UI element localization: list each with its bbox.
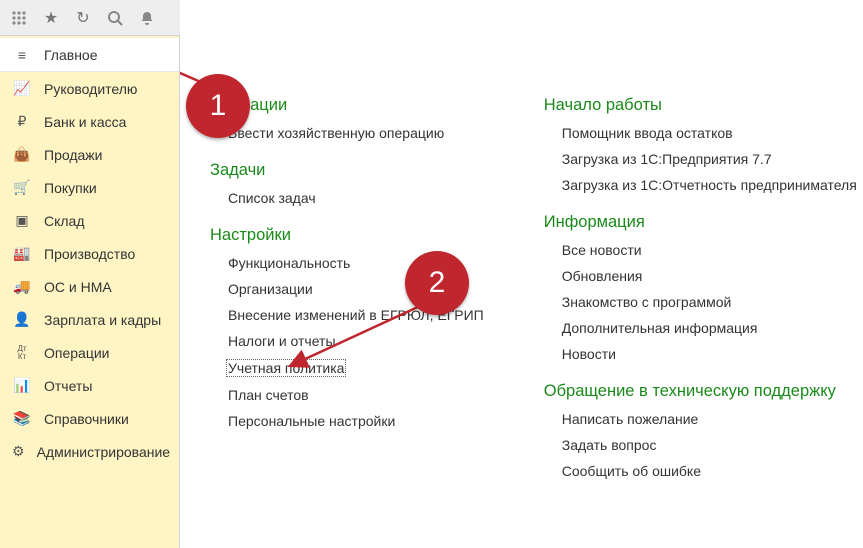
apps-icon[interactable]: [6, 5, 32, 31]
search-icon[interactable]: [102, 5, 128, 31]
link-enter-operation[interactable]: Ввести хозяйственную операцию: [228, 125, 484, 141]
sidebar-item-label: Покупки: [44, 180, 97, 196]
factory-icon: 🏭: [12, 245, 32, 262]
sidebar-item-admin[interactable]: ⚙ Администрирование: [0, 435, 179, 468]
link-ask-question[interactable]: Задать вопрос: [562, 437, 857, 453]
gear-icon: ⚙: [12, 443, 25, 460]
sidebar-item-bank[interactable]: ₽ Банк и касса: [0, 105, 179, 138]
link-balance-wizard[interactable]: Помощник ввода остатков: [562, 125, 857, 141]
star-icon[interactable]: ★: [38, 5, 64, 31]
section-title[interactable]: Настройки: [210, 226, 484, 245]
sidebar-item-label: Справочники: [44, 411, 129, 427]
section-title[interactable]: Задачи: [210, 161, 484, 180]
link-updates[interactable]: Обновления: [562, 268, 857, 284]
section-title[interactable]: Информация: [544, 213, 857, 232]
sidebar-item-main[interactable]: ≡ Главное: [0, 38, 179, 72]
link-task-list[interactable]: Список задач: [228, 190, 484, 206]
chart-up-icon: 📈: [12, 80, 32, 97]
person-icon: 👤: [12, 311, 32, 328]
link-taxes-reports[interactable]: Налоги и отчеты: [228, 333, 484, 349]
section-title[interactable]: Операции: [210, 96, 484, 115]
sidebar-item-label: Руководителю: [44, 81, 137, 97]
link-load-1c-report[interactable]: Загрузка из 1С:Отчетность предпринимател…: [562, 177, 857, 193]
link-extra-info[interactable]: Дополнительная информация: [562, 320, 857, 336]
link-personal-settings[interactable]: Персональные настройки: [228, 413, 484, 429]
sidebar: ≡ Главное 📈 Руководителю ₽ Банк и касса 👜 Прода…: [0, 36, 180, 548]
ruble-icon: ₽: [12, 113, 32, 130]
sidebar-item-operations[interactable]: ДтКт Операции: [0, 336, 179, 369]
sidebar-item-label: Производство: [44, 246, 135, 262]
history-icon[interactable]: ↻: [70, 5, 96, 31]
sidebar-item-sales[interactable]: 👜 Продажи: [0, 138, 179, 171]
sidebar-item-manager[interactable]: 📈 Руководителю: [0, 72, 179, 105]
sidebar-item-warehouse[interactable]: ▣ Склад: [0, 204, 179, 237]
link-intro[interactable]: Знакомство с программой: [562, 294, 857, 310]
link-report-bug[interactable]: Сообщить об ошибке: [562, 463, 857, 479]
sidebar-item-label: Отчеты: [44, 378, 92, 394]
link-accounting-policy[interactable]: Учетная политика: [226, 359, 346, 377]
sidebar-item-assets[interactable]: 🚚 ОС и НМА: [0, 270, 179, 303]
link-news[interactable]: Новости: [562, 346, 857, 362]
sidebar-item-label: Зарплата и кадры: [44, 312, 161, 328]
sidebar-item-label: Склад: [44, 213, 85, 229]
sidebar-item-catalogs[interactable]: 📚 Справочники: [0, 402, 179, 435]
section-title[interactable]: Начало работы: [544, 96, 857, 115]
right-column: Начало работы Помощник ввода остатков Загр…: [544, 96, 857, 489]
truck-icon: 🚚: [12, 278, 32, 295]
annotation-badge-2: 2: [405, 251, 469, 315]
sidebar-item-label: Продажи: [44, 147, 102, 163]
sidebar-item-label: Банк и касса: [44, 114, 126, 130]
dtkt-icon: ДтКт: [12, 345, 32, 361]
menu-icon: ≡: [12, 47, 32, 63]
toolbar: ★ ↻: [0, 0, 180, 36]
cart-icon: 🛒: [12, 179, 32, 196]
link-load-1c77[interactable]: Загрузка из 1С:Предприятия 7.7: [562, 151, 857, 167]
books-icon: 📚: [12, 410, 32, 427]
sidebar-item-label: Главное: [44, 47, 98, 63]
link-chart-of-accounts[interactable]: План счетов: [228, 387, 484, 403]
sidebar-item-label: Администрирование: [37, 444, 171, 460]
sidebar-item-label: Операции: [44, 345, 110, 361]
annotation-badge-2-text: 2: [429, 266, 446, 300]
bell-icon[interactable]: [134, 5, 160, 31]
link-all-news[interactable]: Все новости: [562, 242, 857, 258]
sidebar-item-reports[interactable]: 📊 Отчеты: [0, 369, 179, 402]
sidebar-item-label: ОС и НМА: [44, 279, 112, 295]
sidebar-item-purchases[interactable]: 🛒 Покупки: [0, 171, 179, 204]
annotation-badge-1: 1: [186, 74, 250, 138]
boxes-icon: ▣: [12, 212, 32, 229]
sidebar-item-production[interactable]: 🏭 Производство: [0, 237, 179, 270]
annotation-badge-1-text: 1: [210, 89, 227, 123]
bag-icon: 👜: [12, 146, 32, 163]
section-title[interactable]: Обращение в техническую поддержку: [544, 382, 857, 401]
bars-icon: 📊: [12, 377, 32, 394]
sidebar-item-hr[interactable]: 👤 Зарплата и кадры: [0, 303, 179, 336]
content-area: Операции Ввести хозяйственную операцию Зад…: [180, 36, 863, 548]
link-write-wish[interactable]: Написать пожелание: [562, 411, 857, 427]
